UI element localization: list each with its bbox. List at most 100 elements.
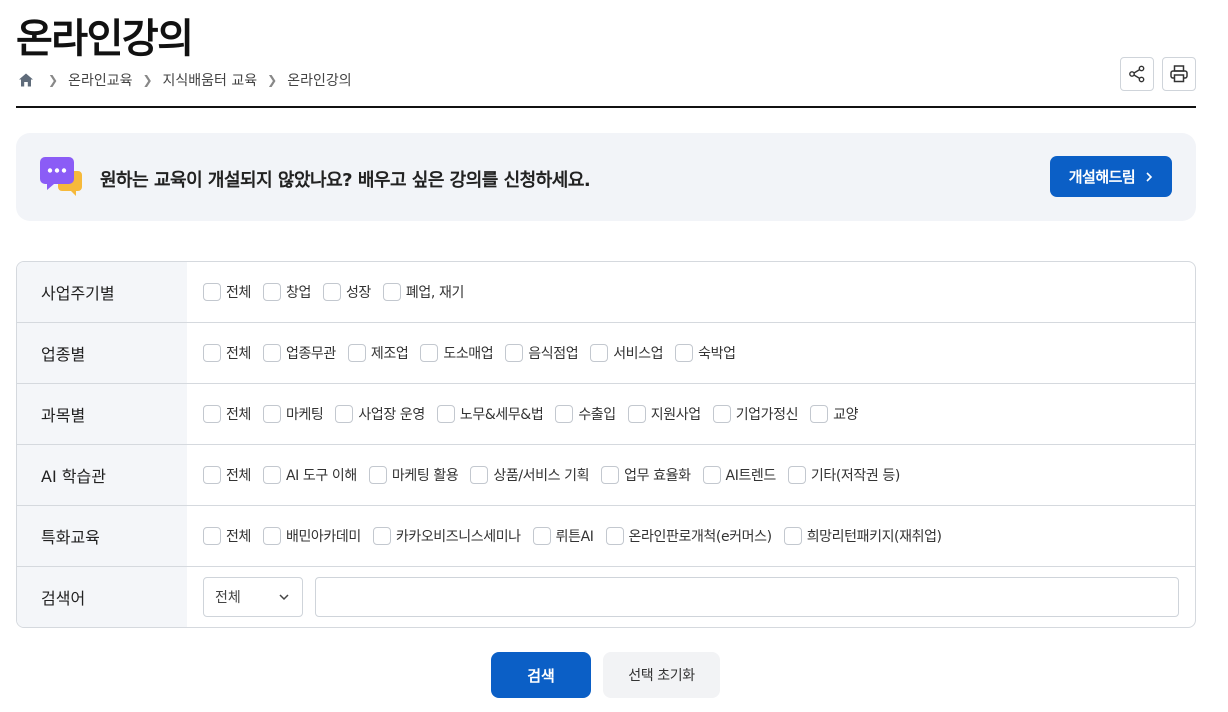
checkbox[interactable] [702, 466, 721, 484]
checkbox[interactable] [347, 344, 366, 362]
checkbox[interactable] [262, 466, 281, 484]
checkbox[interactable] [322, 283, 341, 301]
checkbox-option[interactable]: 업종무관 [262, 343, 336, 363]
checkbox-option[interactable]: 사업장 운영 [335, 404, 425, 424]
chevron-right-icon: ❯ [48, 73, 59, 87]
option-label: 상품/서비스 기획 [493, 468, 590, 484]
checkbox[interactable] [505, 344, 524, 362]
chat-bubble-icon [40, 157, 82, 197]
checkbox[interactable] [555, 405, 574, 423]
checkbox[interactable] [262, 344, 281, 362]
checkbox-option[interactable]: 창업 [262, 282, 311, 302]
checkbox[interactable] [470, 466, 489, 484]
checkbox-option[interactable]: 마케팅 [262, 404, 324, 424]
checkbox-option[interactable]: AI 도구 이해 [262, 465, 357, 485]
checkbox[interactable] [203, 405, 221, 423]
checkbox[interactable] [262, 405, 281, 423]
checkbox[interactable] [590, 344, 609, 362]
checkbox[interactable] [436, 405, 455, 423]
filter-row-industry: 업종별 전체 업종무관 제조업 도소매업 음식점업 서비스업 숙박업 [17, 323, 1195, 384]
checkbox-option[interactable]: 수출입 [555, 404, 616, 424]
option-label: 배민아카데미 [285, 529, 361, 545]
checkbox-option[interactable]: 기타(저작권 등) [787, 465, 900, 485]
option-label: 지원사업 [650, 407, 701, 423]
checkbox-option[interactable]: 전체 [203, 343, 251, 363]
filter-row-keyword: 검색어 전체 [17, 567, 1195, 627]
checkbox-option[interactable]: 교양 [810, 404, 858, 424]
checkbox[interactable] [605, 527, 624, 545]
checkbox-option[interactable]: 서비스업 [590, 343, 664, 363]
checkbox[interactable] [810, 405, 829, 423]
share-button[interactable] [1120, 57, 1154, 91]
checkbox-option[interactable]: 전체 [203, 465, 251, 485]
checkbox[interactable] [601, 466, 620, 484]
breadcrumb-item-online-education[interactable]: 온라인교육 [68, 70, 132, 90]
option-label: 뤼튼AI [555, 529, 594, 545]
checkbox[interactable] [675, 344, 694, 362]
course-request-banner: 원하는 교육이 개설되지 않았나요? 배우고 싶은 강의를 신청하세요. 개설해… [16, 133, 1196, 221]
breadcrumb-item-knowledge-center[interactable]: 지식배움터 교육 [163, 70, 258, 90]
checkbox-option[interactable]: 뤼튼AI [532, 526, 594, 546]
reset-selection-button[interactable]: 선택 초기화 [603, 652, 720, 698]
request-course-button[interactable]: 개설해드림 [1050, 156, 1172, 197]
checkbox[interactable] [372, 527, 391, 545]
search-button[interactable]: 검색 [491, 652, 591, 698]
checkbox-option[interactable]: 기업가정신 [712, 404, 798, 424]
option-label: 전체 [226, 346, 251, 362]
checkbox-option[interactable]: 노무&세무&법 [436, 404, 544, 424]
filter-label: 특화교육 [17, 506, 187, 566]
checkbox[interactable] [783, 527, 802, 545]
search-scope-select[interactable]: 전체 [203, 577, 303, 617]
checkbox[interactable] [203, 283, 221, 301]
filter-label: 검색어 [17, 567, 187, 627]
checkbox-option[interactable]: 성장 [322, 282, 371, 302]
keyword-input[interactable] [315, 577, 1179, 617]
checkbox-option[interactable]: 음식점업 [505, 343, 579, 363]
checkbox[interactable] [203, 527, 221, 545]
checkbox[interactable] [787, 466, 806, 484]
option-label: 온라인판로개척(e커머스) [628, 529, 773, 545]
checkbox-option[interactable]: 전체 [203, 282, 251, 302]
option-label: 교양 [833, 407, 859, 423]
checkbox[interactable] [627, 405, 646, 423]
checkbox-option[interactable]: 지원사업 [627, 404, 701, 424]
header-divider [16, 106, 1196, 108]
checkbox[interactable] [203, 466, 221, 484]
filter-label: 과목별 [17, 384, 187, 444]
filter-row-special-education: 특화교육 전체 배민아카데미 카카오비즈니스세미나 뤼튼AI 온라인판로개척(e… [17, 506, 1195, 567]
checkbox-option[interactable]: 희망리턴패키지(재취업) [783, 526, 942, 546]
checkbox-option[interactable]: 전체 [203, 404, 251, 424]
option-label: 마케팅 [285, 407, 324, 423]
checkbox[interactable] [262, 527, 281, 545]
checkbox-option[interactable]: AI트렌드 [702, 465, 776, 485]
checkbox-option[interactable]: 도소매업 [420, 343, 494, 363]
home-icon[interactable] [18, 72, 34, 88]
checkbox-option[interactable]: 제조업 [347, 343, 409, 363]
option-label: 업무 효율화 [624, 468, 691, 484]
checkbox[interactable] [203, 344, 221, 362]
checkbox-option[interactable]: 카카오비즈니스세미나 [372, 526, 521, 546]
filter-panel: 사업주기별 전체 창업 성장 폐업, 재기 업종별 전체 업종무관 제조업 도소… [16, 261, 1196, 628]
checkbox-option[interactable]: 업무 효율화 [601, 465, 691, 485]
option-label: 수출입 [578, 407, 616, 423]
filter-label: 업종별 [17, 323, 187, 383]
checkbox[interactable] [335, 405, 354, 423]
option-label: 숙박업 [698, 346, 736, 362]
checkbox-option[interactable]: 전체 [203, 526, 251, 546]
checkbox-option[interactable]: 배민아카데미 [262, 526, 361, 546]
checkbox[interactable] [712, 405, 731, 423]
breadcrumb-item-current: 온라인강의 [287, 73, 352, 89]
checkbox[interactable] [262, 283, 281, 301]
filter-row-subject: 과목별 전체 마케팅 사업장 운영 노무&세무&법 수출입 지원사업 기업가정신… [17, 384, 1195, 445]
print-button[interactable] [1162, 57, 1196, 91]
checkbox-option[interactable]: 온라인판로개척(e커머스) [605, 526, 773, 546]
checkbox-option[interactable]: 상품/서비스 기획 [470, 465, 589, 485]
checkbox-option[interactable]: 숙박업 [675, 343, 736, 363]
checkbox[interactable] [420, 344, 439, 362]
checkbox[interactable] [532, 527, 551, 545]
option-label: 마케팅 활용 [391, 468, 459, 484]
checkbox[interactable] [382, 283, 401, 301]
checkbox[interactable] [368, 466, 387, 484]
checkbox-option[interactable]: 마케팅 활용 [368, 465, 459, 485]
checkbox-option[interactable]: 폐업, 재기 [382, 282, 464, 302]
